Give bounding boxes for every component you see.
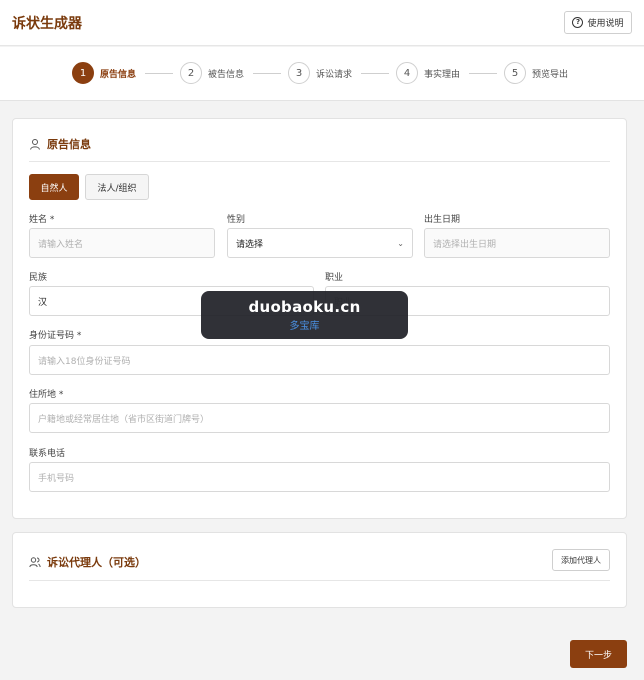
users-icon xyxy=(29,557,41,568)
step-2-label: 被告信息 xyxy=(208,69,245,80)
step-connector xyxy=(469,73,497,74)
app-title: 诉状生成器 xyxy=(12,16,82,32)
step-2-number: 2 xyxy=(180,62,202,84)
step-3-number: 3 xyxy=(288,62,310,84)
next-step-button[interactable]: 下一步 xyxy=(570,640,627,668)
step-4-label: 事实理由 xyxy=(424,69,461,80)
gender-value: 请选择 xyxy=(236,239,264,250)
plaintiff-section-title: 原告信息 xyxy=(29,136,91,152)
occupation-label: 职业 xyxy=(325,273,344,283)
address-label: 住所地 * xyxy=(29,390,64,400)
gender-select[interactable]: 请选择 ⌄ xyxy=(227,228,413,258)
question-icon: ? xyxy=(572,17,584,28)
add-agent-button[interactable]: 添加代理人 xyxy=(552,549,610,571)
id-number-input[interactable]: 请输入18位身份证号码 xyxy=(29,345,610,375)
step-5-label: 预览导出 xyxy=(532,69,569,80)
chevron-down-icon: ⌄ xyxy=(397,239,404,248)
birth-date-label: 出生日期 xyxy=(424,215,461,225)
phone-input[interactable]: 手机号码 xyxy=(29,462,610,492)
step-3-label: 诉讼请求 xyxy=(316,69,353,80)
step-connector xyxy=(361,73,389,74)
ethnicity-label: 民族 xyxy=(29,273,48,283)
phone-label: 联系电话 xyxy=(29,449,66,459)
step-connector xyxy=(253,73,281,74)
watermark-subtext: 多宝库 xyxy=(289,321,320,332)
section-divider xyxy=(29,580,610,581)
plaintiff-section-label: 原告信息 xyxy=(47,138,91,151)
step-connector xyxy=(145,73,173,74)
step-3[interactable]: 3 诉讼请求 xyxy=(288,62,352,84)
step-1[interactable]: 1 原告信息 xyxy=(72,62,136,84)
birth-date-placeholder: 请选择出生日期 xyxy=(433,239,497,250)
step-progress: 1 原告信息 2 被告信息 3 诉讼请求 4 事实理由 5 预览导出 xyxy=(0,47,644,101)
watermark-overlay: duobaoku.cn 多宝库 xyxy=(201,291,408,339)
agent-section-label: 诉讼代理人（可选） xyxy=(47,556,146,569)
legal-entity-tab[interactable]: 法人/组织 xyxy=(85,174,149,200)
step-4[interactable]: 4 事实理由 xyxy=(396,62,460,84)
gender-label: 性别 xyxy=(227,215,246,225)
address-input[interactable]: 户籍地或经常居住地（省市区街道门牌号） xyxy=(29,403,610,433)
step-1-number: 1 xyxy=(72,62,94,84)
id-number-label: 身份证号码 * xyxy=(29,331,82,341)
address-placeholder: 户籍地或经常居住地（省市区街道门牌号） xyxy=(38,414,210,425)
agent-card: 诉讼代理人（可选） 添加代理人 xyxy=(12,532,627,608)
name-input[interactable]: 请输入姓名 xyxy=(29,228,215,258)
phone-placeholder: 手机号码 xyxy=(38,473,75,484)
help-button[interactable]: ? 使用说明 xyxy=(564,11,632,34)
step-5[interactable]: 5 预览导出 xyxy=(504,62,568,84)
step-2[interactable]: 2 被告信息 xyxy=(180,62,244,84)
section-divider xyxy=(29,161,610,162)
ethnicity-value: 汉 xyxy=(38,297,48,308)
step-4-number: 4 xyxy=(396,62,418,84)
agent-section-title: 诉讼代理人（可选） xyxy=(29,554,146,570)
name-placeholder: 请输入姓名 xyxy=(38,239,84,250)
name-label: 姓名 * xyxy=(29,215,55,225)
id-number-placeholder: 请输入18位身份证号码 xyxy=(38,356,131,367)
help-button-label: 使用说明 xyxy=(587,19,624,29)
birth-date-input[interactable]: 请选择出生日期 xyxy=(424,228,610,258)
user-icon xyxy=(30,139,40,150)
step-5-number: 5 xyxy=(504,62,526,84)
watermark-text: duobaoku.cn xyxy=(248,298,361,316)
natural-person-tab[interactable]: 自然人 xyxy=(29,174,79,200)
step-1-label: 原告信息 xyxy=(100,69,137,80)
app-header: 诉状生成器 ? 使用说明 xyxy=(0,0,644,46)
